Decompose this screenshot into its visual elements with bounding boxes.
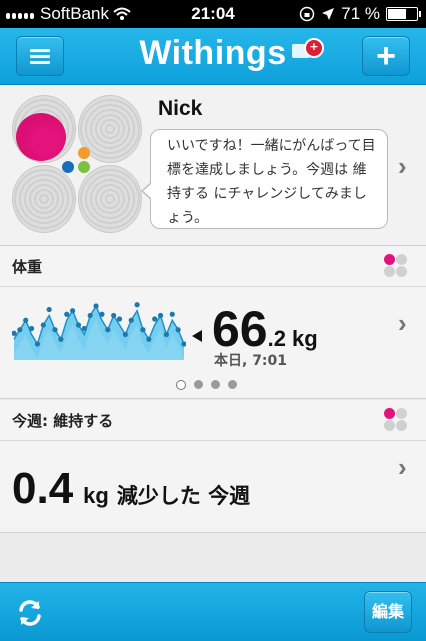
chart-point [105, 327, 111, 333]
weekly-goal-card[interactable]: 今週: 維持する 0.4 kg 減少した 今週 › [0, 400, 426, 533]
weight-value-dec: .2 [267, 326, 286, 351]
chart-point [169, 311, 175, 317]
page-dot[interactable] [176, 380, 186, 390]
chart-point [93, 303, 99, 309]
status-bar: SoftBank 21:04 71 % [0, 0, 426, 28]
goal-card-title: 今週: 維持する [12, 412, 114, 430]
goal-result: 0.4 kg 減少した 今週 [12, 464, 250, 514]
chart-point [116, 316, 123, 322]
chart-point [87, 312, 93, 319]
chart-point [146, 336, 152, 342]
status-right: 71 % [299, 4, 421, 24]
chart-point [128, 317, 134, 323]
chart-point [81, 325, 87, 332]
rotation-lock-icon [300, 6, 315, 22]
user-name: Nick [158, 97, 203, 120]
goal-card-header: 今週: 維持する [0, 400, 426, 441]
weight-card[interactable]: 体重 66.2 kg 本日, 7:01 › [0, 246, 426, 399]
plus-icon: + [376, 37, 396, 75]
chart-point [99, 311, 105, 317]
chart-point [46, 306, 52, 313]
goal-unit: kg [83, 483, 109, 508]
chevron-right-icon: › [398, 308, 407, 338]
weight-card-header: 体重 [0, 246, 426, 287]
chart-point [134, 302, 140, 308]
chart-point [23, 317, 29, 323]
chart-point [163, 331, 170, 338]
chart-point [175, 327, 181, 333]
chart-point [64, 311, 70, 317]
flower-mini-icon [384, 408, 408, 432]
location-icon [322, 8, 335, 20]
page-indicator[interactable] [176, 380, 237, 390]
page-dot[interactable] [194, 380, 203, 389]
weight-chart[interactable] [12, 298, 186, 360]
flower-mini-icon [384, 254, 408, 278]
chart-point [17, 327, 23, 333]
chart-point [75, 322, 82, 328]
chart-point [52, 327, 58, 333]
chevron-right-icon: › [398, 151, 407, 181]
page-dot[interactable] [228, 380, 237, 389]
chart-point [58, 336, 64, 342]
chart-point [152, 316, 158, 322]
chart-point [157, 312, 164, 319]
chart-point [122, 331, 128, 338]
chart-point [40, 322, 46, 328]
weight-unit: kg [291, 326, 318, 351]
weight-card-title: 体重 [12, 258, 43, 276]
chart-point [111, 312, 117, 319]
notification-button[interactable]: + [292, 38, 324, 62]
add-button[interactable]: + [362, 36, 410, 76]
progress-flower-icon [12, 95, 142, 233]
chart-point [140, 327, 146, 333]
edit-button[interactable]: 編集 [364, 591, 412, 633]
app-header: Withings + + [0, 28, 426, 85]
page-dot[interactable] [211, 380, 220, 389]
goal-value: 0.4 [12, 464, 74, 513]
chart-point [70, 308, 76, 314]
chart-point [34, 341, 41, 347]
chevron-right-icon: › [398, 452, 407, 482]
coach-message: いいですね！一緒にがんばって目標を達成しましょう。今週は 維持する にチャレンジ… [141, 129, 388, 229]
notification-badge: + [304, 38, 324, 58]
pointer-left-icon [192, 330, 202, 342]
battery-icon [386, 7, 421, 21]
battery-label: 71 % [341, 4, 380, 23]
goal-text: 減少した 今週 [116, 484, 251, 508]
weight-timestamp: 本日, 7:01 [214, 353, 288, 369]
weight-value-int: 66 [212, 301, 268, 357]
profile-card[interactable]: Nick いいですね！一緒にがんばって目標を達成しましょう。今週は 維持する に… [0, 85, 426, 246]
chart-point [28, 325, 35, 332]
bottom-toolbar: 編集 [0, 582, 426, 641]
refresh-icon[interactable] [12, 595, 48, 631]
